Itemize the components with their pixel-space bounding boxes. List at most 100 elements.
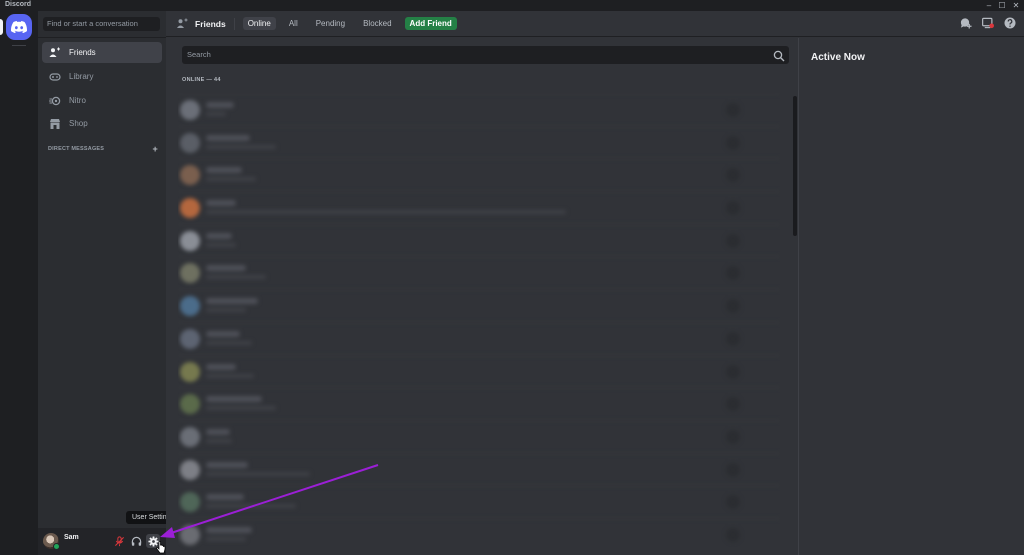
app-title: Discord <box>5 1 32 8</box>
message-button[interactable] <box>726 299 740 314</box>
inbox-icon <box>982 17 994 29</box>
sidebar-item-friends[interactable]: Friends <box>42 42 162 63</box>
friend-status-placeholder <box>206 406 276 411</box>
avatar <box>180 394 200 415</box>
find-conversation-button[interactable]: Find or start a conversation <box>43 17 160 31</box>
help-icon <box>1004 17 1016 29</box>
discord-logo-icon <box>11 21 27 33</box>
avatar <box>180 230 200 251</box>
list-item[interactable] <box>178 223 780 257</box>
channel-sidebar: Find or start a conversation Friends Lib… <box>38 11 166 555</box>
header-toolbar <box>960 17 1016 29</box>
library-icon <box>49 71 61 83</box>
avatar <box>180 426 200 447</box>
friend-name-placeholder <box>206 167 242 174</box>
new-group-dm-button[interactable] <box>960 17 972 29</box>
maximize-button[interactable]: ☐ <box>997 1 1007 10</box>
friends-header-bar: Friends Online All Pending Blocked Add F… <box>166 11 1024 37</box>
list-item[interactable] <box>178 158 780 191</box>
main-content: Friends Online All Pending Blocked Add F… <box>166 11 1024 555</box>
active-now-title: Active Now <box>811 52 865 63</box>
friend-name-placeholder <box>206 330 240 337</box>
headphones-icon <box>131 536 141 546</box>
active-now-panel: Active Now <box>798 38 1024 555</box>
list-item[interactable] <box>178 321 780 355</box>
friend-name-placeholder <box>206 428 230 435</box>
list-item[interactable] <box>178 93 780 126</box>
shop-icon <box>49 118 61 130</box>
friend-name-placeholder <box>206 526 252 533</box>
direct-messages-label: DIRECT MESSAGES <box>48 146 105 152</box>
friend-status-placeholder <box>206 144 276 149</box>
close-button[interactable]: ✕ <box>1011 1 1021 10</box>
friend-name-placeholder <box>206 494 244 501</box>
message-button[interactable] <box>726 495 740 510</box>
message-button[interactable] <box>726 233 740 248</box>
deafen-button[interactable] <box>129 534 143 548</box>
list-item[interactable] <box>178 191 780 224</box>
tab-pending[interactable]: Pending <box>311 17 350 30</box>
message-button[interactable] <box>726 429 740 444</box>
message-button[interactable] <box>726 527 740 542</box>
friend-name-placeholder <box>206 396 262 403</box>
avatar <box>180 263 200 284</box>
list-item[interactable] <box>178 517 780 551</box>
sidebar-item-label: Friends <box>69 48 96 57</box>
friend-status-placeholder <box>206 536 246 541</box>
message-button[interactable] <box>726 331 740 346</box>
friends-icon <box>49 47 61 59</box>
minimize-button[interactable]: – <box>984 1 994 10</box>
message-button[interactable] <box>726 135 740 150</box>
sidebar-item-label: Library <box>69 72 94 81</box>
friend-name-placeholder <box>206 232 232 239</box>
inbox-button[interactable] <box>982 17 994 29</box>
avatar <box>180 132 200 153</box>
tab-blocked[interactable]: Blocked <box>358 17 396 30</box>
list-item[interactable] <box>178 289 780 322</box>
list-item[interactable] <box>178 125 780 159</box>
friend-status-placeholder <box>206 504 296 509</box>
home-button[interactable] <box>6 14 32 40</box>
sidebar-divider <box>38 37 166 38</box>
tab-all[interactable]: All <box>284 17 303 30</box>
online-status-icon <box>53 543 60 550</box>
friend-name-placeholder <box>206 134 250 141</box>
message-button[interactable] <box>726 168 740 183</box>
direct-messages-header: DIRECT MESSAGES + <box>48 144 158 154</box>
add-friend-button[interactable]: Add Friend <box>404 17 457 30</box>
list-item[interactable] <box>178 256 780 289</box>
message-button[interactable] <box>726 462 740 477</box>
page-title-label: Friends <box>195 18 226 29</box>
title-bar: Discord – ☐ ✕ <box>0 0 1024 11</box>
list-item[interactable] <box>178 485 780 518</box>
friend-list <box>178 93 780 555</box>
list-item[interactable] <box>178 354 780 388</box>
hand-cursor-icon <box>156 541 166 554</box>
sidebar-item-library[interactable]: Library <box>42 66 162 87</box>
friend-list-scrollbar[interactable] <box>793 96 797 236</box>
avatar <box>180 165 200 186</box>
new-group-dm-icon <box>960 18 972 29</box>
friend-name-placeholder <box>206 265 246 272</box>
avatar <box>180 296 200 317</box>
friend-name-placeholder <box>206 298 258 305</box>
friend-status-placeholder <box>206 471 310 476</box>
avatar <box>180 328 200 349</box>
friends-search-input[interactable]: Search <box>182 46 789 64</box>
message-button[interactable] <box>726 364 740 379</box>
message-button[interactable] <box>726 397 740 412</box>
friend-status-placeholder <box>206 438 232 443</box>
create-dm-button[interactable]: + <box>153 144 158 154</box>
message-button[interactable] <box>726 103 740 117</box>
sidebar-item-shop[interactable]: Shop <box>42 113 162 134</box>
help-button[interactable] <box>1004 17 1016 29</box>
list-item[interactable] <box>178 387 780 420</box>
message-button[interactable] <box>726 201 740 216</box>
message-button[interactable] <box>726 266 740 281</box>
username[interactable]: Sam <box>64 534 79 541</box>
list-item[interactable] <box>178 419 780 453</box>
tab-online[interactable]: Online <box>242 17 276 30</box>
sidebar-item-nitro[interactable]: Nitro <box>42 90 162 111</box>
list-item[interactable] <box>178 452 780 486</box>
mute-button[interactable] <box>112 534 126 548</box>
